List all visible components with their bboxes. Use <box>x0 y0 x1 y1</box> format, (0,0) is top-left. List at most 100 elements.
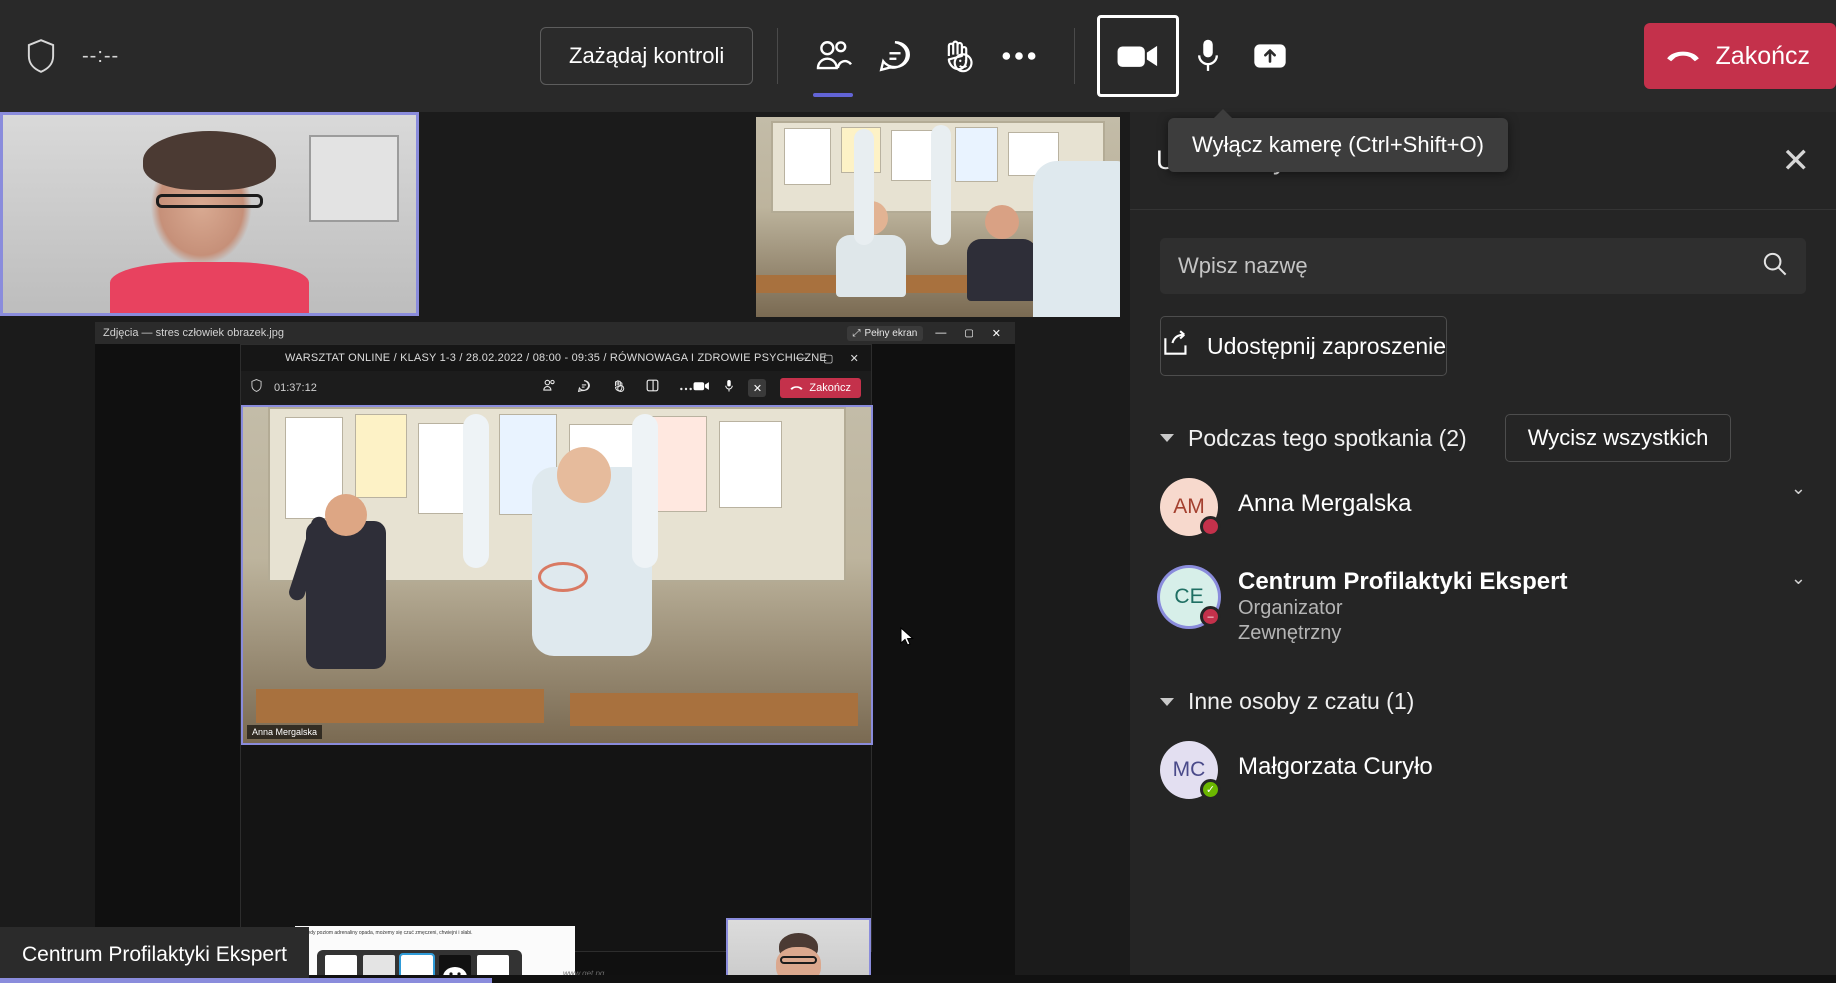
share-screen-icon <box>1252 41 1288 71</box>
chat-icon <box>876 38 914 74</box>
group-label: Podczas tego spotkania (2) <box>1188 424 1467 451</box>
main-student-arm <box>462 413 489 569</box>
chat-button[interactable] <box>864 25 926 87</box>
search-input[interactable] <box>1178 253 1762 279</box>
photos-close-button[interactable]: ✕ <box>986 327 1007 340</box>
camera-toggle-button[interactable] <box>1097 15 1180 97</box>
photos-minimize-button[interactable]: — <box>929 327 952 339</box>
request-control-button[interactable]: Zażądaj kontroli <box>540 27 754 85</box>
participants-panel: Uczestnicy ✕ Udostępnij zaproszenie Podc… <box>1130 112 1836 983</box>
inner-chat-icon[interactable] <box>577 379 591 398</box>
avatar: MC ✓ <box>1160 741 1221 800</box>
raised-arm <box>854 129 875 245</box>
pip-glasses <box>780 956 817 964</box>
avatar: AM <box>1160 478 1221 537</box>
teams-meeting-window: --:-- Zażądaj kontroli Zakończ Wyłącz ka… <box>0 0 1836 983</box>
inner-desk <box>569 692 859 727</box>
raise-hand-icon <box>937 37 977 75</box>
foreground-sleeve <box>1032 161 1120 317</box>
participant-more-icon[interactable]: ⌄ <box>1791 568 1806 589</box>
shared-screen-content[interactable]: Zdjęcia — stres człowiek obrazek.jpg ⤢ P… <box>95 322 1015 983</box>
shirt-logo <box>538 561 589 592</box>
participant-row[interactable]: AM Anna Mergalska ⌄ <box>1130 462 1836 552</box>
meeting-toolbar: --:-- Zażądaj kontroli Zakończ <box>0 0 1836 112</box>
os-taskbar-window-chip[interactable]: Centrum Profilaktyki Ekspert <box>0 927 309 983</box>
presence-badge-busy <box>1200 516 1221 537</box>
microphone-toggle-button[interactable] <box>1177 25 1239 87</box>
inner-toolbar-center <box>542 379 693 398</box>
mute-all-button[interactable]: Wycisz wszystkich <box>1504 414 1732 462</box>
inner-minimize-button[interactable]: — <box>796 352 807 364</box>
inner-close-button[interactable]: ✕ <box>850 352 859 365</box>
reactions-button[interactable] <box>926 25 988 87</box>
inner-desk <box>255 689 545 723</box>
inner-breakout-icon[interactable] <box>646 379 659 397</box>
people-icon <box>813 39 853 73</box>
share-invite-icon <box>1161 330 1191 362</box>
chevron-down-icon[interactable] <box>1160 434 1174 442</box>
inner-camera-icon[interactable] <box>693 379 710 397</box>
end-call-button[interactable]: Zakończ <box>1643 23 1836 89</box>
participant-row[interactable]: CE – Centrum Profilaktyki Ekspert Organi… <box>1130 552 1836 662</box>
inner-teams-window[interactable]: WARSZTAT ONLINE / KLASY 1-3 / 28.02.2022… <box>240 344 873 983</box>
group-header-meeting[interactable]: Podczas tego spotkania (2) Wycisz wszyst… <box>1130 414 1836 462</box>
photos-app-titlebar: Zdjęcia — stres człowiek obrazek.jpg ⤢ P… <box>95 322 1015 344</box>
glasses-shape <box>155 194 264 209</box>
more-options-icon <box>1000 49 1038 63</box>
video-tile-classroom[interactable] <box>756 117 1120 317</box>
meeting-timer: --:-- <box>82 44 120 67</box>
inner-toolbar-left: 01:37:12 <box>251 379 542 397</box>
share-invite-label: Udostępnij zaproszenie <box>1207 332 1447 359</box>
main-student-head <box>557 447 611 504</box>
inner-microphone-icon[interactable] <box>724 379 734 398</box>
end-call-label: Zakończ <box>1715 41 1810 70</box>
participant-name: Centrum Profilaktyki Ekspert <box>1238 568 1568 595</box>
inner-end-call-button[interactable]: Zakończ <box>780 378 861 398</box>
close-icon[interactable]: ✕ <box>1782 144 1811 178</box>
inner-window-title: WARSZTAT ONLINE / KLASY 1-3 / 28.02.2022… <box>285 352 827 364</box>
toolbar-right-group: Zakończ <box>1643 23 1836 89</box>
avatar-initials: AM <box>1173 495 1205 518</box>
participant-search[interactable] <box>1160 238 1806 294</box>
self-video-image <box>3 115 416 313</box>
board-paper <box>718 420 783 509</box>
inner-more-icon[interactable] <box>679 379 693 397</box>
fullscreen-button[interactable]: ⤢ Pełny ekran <box>846 325 924 341</box>
video-tile-self[interactable] <box>0 112 419 316</box>
photos-app-controls: ⤢ Pełny ekran — ▢ ✕ <box>846 325 1007 341</box>
presence-badge-dnd: – <box>1200 606 1221 627</box>
photos-maximize-button[interactable]: ▢ <box>958 328 979 339</box>
group-header-chat[interactable]: Inne osoby z czatu (1) <box>1130 688 1836 715</box>
slide-text: Kiedy poziom adrenaliny opada, możemy si… <box>303 930 473 936</box>
group-label: Inne osoby z czatu (1) <box>1188 688 1415 714</box>
inner-shared-video[interactable]: Anna Mergalska <box>241 405 873 745</box>
main-student-arm <box>632 413 659 569</box>
search-icon[interactable] <box>1762 251 1788 282</box>
shirt-shape <box>110 261 309 313</box>
board-paper <box>354 413 407 498</box>
board-paper <box>954 126 999 182</box>
participant-name: Anna Mergalska <box>1238 490 1412 517</box>
participant-more-icon[interactable]: ⌄ <box>1791 478 1806 499</box>
raised-arm <box>930 125 951 245</box>
inner-reactions-icon[interactable] <box>611 379 626 398</box>
inner-people-icon[interactable] <box>542 379 557 397</box>
mouse-cursor <box>900 626 914 647</box>
participants-button[interactable] <box>802 25 864 97</box>
board-paper <box>783 128 831 186</box>
share-invite-button[interactable]: Udostępnij zaproszenie <box>1160 316 1448 376</box>
more-options-button[interactable] <box>988 25 1050 87</box>
student-figure <box>967 205 1038 301</box>
participant-external: Zewnętrzny <box>1238 622 1342 644</box>
toolbar-center-group: Zażądaj kontroli <box>540 15 1644 97</box>
inner-maximize-button[interactable]: ▢ <box>823 352 834 365</box>
fullscreen-label: Pełny ekran <box>864 327 918 339</box>
avatar-initials: MC <box>1172 758 1206 781</box>
inner-share-stop-button[interactable]: ✕ <box>748 379 767 397</box>
inner-pip-self-video[interactable] <box>726 918 871 983</box>
share-screen-button[interactable] <box>1239 25 1301 87</box>
student-head <box>324 494 367 537</box>
participant-row[interactable]: MC ✓ Małgorzata Curyło <box>1130 715 1836 815</box>
chevron-down-icon[interactable] <box>1160 697 1174 706</box>
classroom-video-image <box>756 117 1120 317</box>
